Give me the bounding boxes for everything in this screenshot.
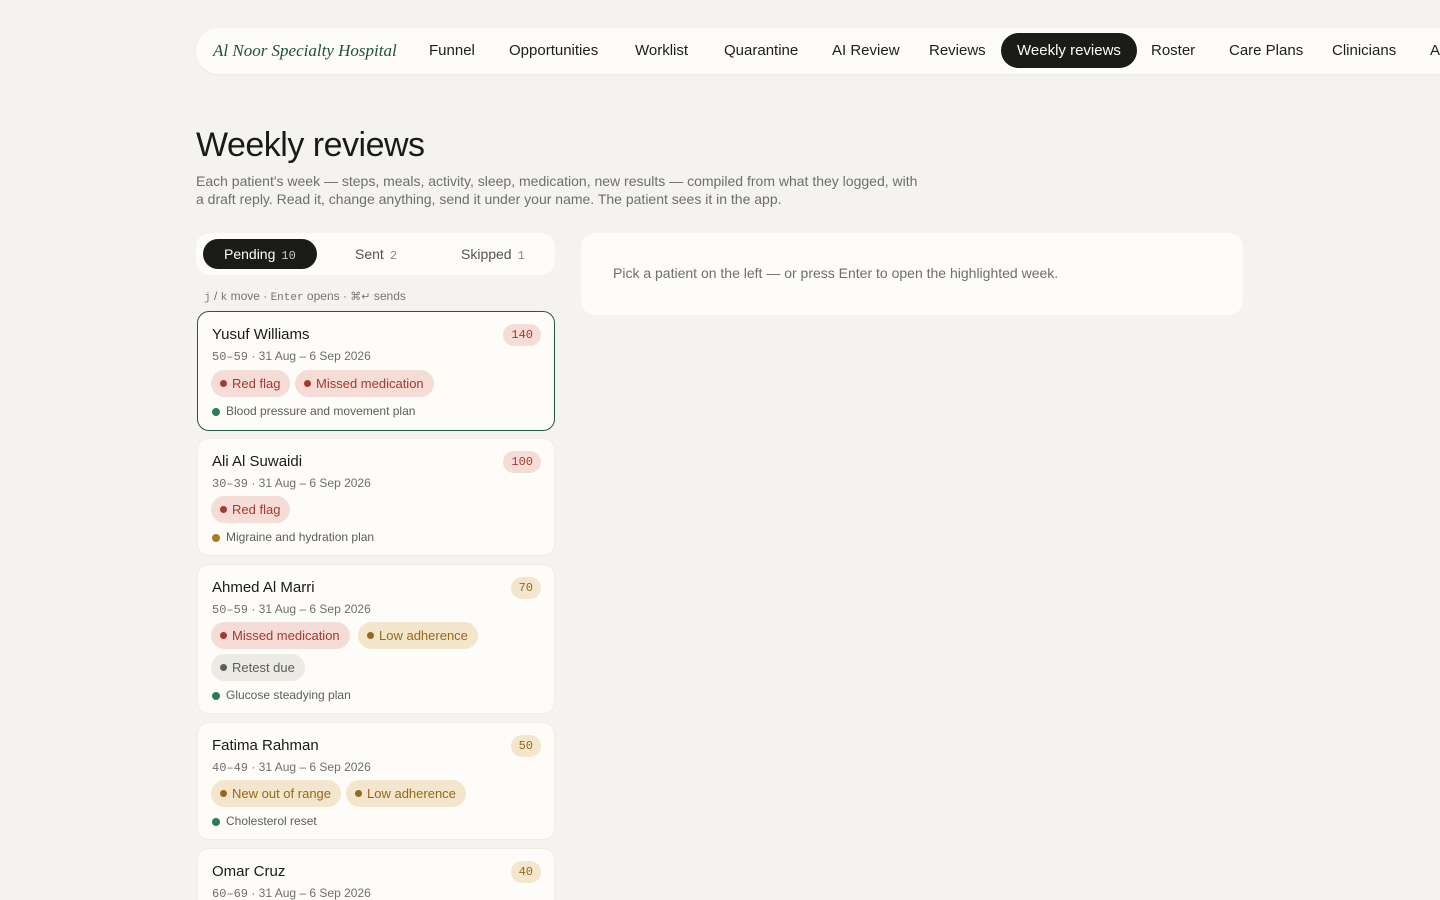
nav-item-roster[interactable]: Roster	[1135, 33, 1211, 68]
flag-chip: New out of range	[211, 780, 342, 807]
week-range: · 31 Aug – 6 Sep 2026	[248, 760, 371, 774]
age-band: 60–69	[212, 887, 249, 900]
page-title: Weekly reviews	[196, 126, 425, 164]
patient-meta: 50–59 · 31 Aug – 6 Sep 2026	[212, 349, 371, 364]
priority-score-badge: 50	[510, 735, 541, 757]
priority-score-badge: 40	[510, 861, 541, 883]
subtitle-line-1: Each patient's week — steps, meals, acti…	[196, 173, 918, 189]
priority-score-badge: 70	[510, 577, 541, 599]
patient-card[interactable]: Yusuf Williams 140 50–59 · 31 Aug – 6 Se…	[197, 311, 555, 431]
hint-text: opens ·	[303, 289, 351, 303]
tab-label: Sent	[355, 246, 384, 262]
patient-card[interactable]: Omar Cruz 40 60–69 · 31 Aug – 6 Sep 2026	[197, 848, 555, 900]
care-plan-label: Cholesterol reset	[226, 814, 317, 828]
subtitle-line-2: a draft reply. Read it, change anything,…	[196, 191, 782, 207]
keyboard-hint: j / k move · Enter opens · ⌘↵ sends	[204, 289, 406, 304]
flag-chip: Low adherence	[346, 780, 466, 807]
week-range: · 31 Aug – 6 Sep 2026	[248, 476, 371, 490]
care-plan: Glucose steadying plan	[212, 688, 351, 702]
patient-meta: 60–69 · 31 Aug – 6 Sep 2026	[212, 886, 371, 900]
page-subtitle: Each patient's week — steps, meals, acti…	[196, 172, 921, 208]
patient-meta: 30–39 · 31 Aug – 6 Sep 2026	[212, 476, 371, 491]
age-band: 30–39	[212, 477, 249, 491]
tab-pending[interactable]: Pending 10	[203, 239, 317, 269]
plan-status-dot	[212, 408, 220, 416]
age-band: 50–59	[212, 350, 249, 364]
patient-name: Ali Al Suwaidi	[212, 453, 303, 470]
review-detail-panel: Pick a patient on the left — or press En…	[581, 233, 1243, 315]
patient-meta: 50–59 · 31 Aug – 6 Sep 2026	[212, 602, 371, 617]
care-plan-label: Blood pressure and movement plan	[226, 404, 416, 418]
patient-meta: 40–49 · 31 Aug – 6 Sep 2026	[212, 760, 371, 775]
week-range: · 31 Aug – 6 Sep 2026	[248, 349, 371, 363]
tab-count: 1	[517, 249, 525, 263]
flag-chip: Retest due	[211, 654, 305, 681]
tab-skipped[interactable]: Skipped 1	[440, 239, 546, 269]
age-band: 50–59	[212, 603, 249, 617]
flag-chip: Red flag	[211, 370, 291, 397]
patient-card[interactable]: Ali Al Suwaidi 100 30–39 · 31 Aug – 6 Se…	[197, 438, 555, 556]
nav-item-weekly-reviews[interactable]: Weekly reviews	[1001, 33, 1137, 68]
care-plan-label: Glucose steadying plan	[226, 688, 351, 702]
plan-status-dot	[212, 534, 220, 542]
patient-name: Yusuf Williams	[212, 326, 310, 343]
week-range: · 31 Aug – 6 Sep 2026	[248, 886, 371, 900]
care-plan: Migraine and hydration plan	[212, 530, 374, 544]
tab-count: 2	[389, 249, 398, 263]
priority-score-badge: 100	[503, 451, 541, 473]
nav-item-overflow[interactable]: A	[1414, 33, 1440, 68]
care-plan: Cholesterol reset	[212, 814, 317, 828]
care-plan-label: Migraine and hydration plan	[226, 530, 375, 544]
nav-item-clinicians[interactable]: Clinicians	[1316, 33, 1412, 68]
key-enter: Enter	[270, 292, 304, 304]
tab-sent[interactable]: Sent 2	[334, 239, 418, 269]
nav-item-funnel[interactable]: Funnel	[413, 33, 491, 68]
hint-sep: /	[210, 289, 221, 303]
flag-chip: Missed medication	[295, 370, 434, 397]
patient-name: Ahmed Al Marri	[212, 579, 315, 596]
empty-state-message: Pick a patient on the left — or press En…	[613, 265, 1059, 281]
tab-count: 10	[281, 249, 296, 263]
hint-text: move ·	[227, 289, 271, 303]
patient-name: Omar Cruz	[212, 863, 286, 880]
key-j: j	[204, 292, 211, 304]
patient-card[interactable]: Ahmed Al Marri 70 50–59 · 31 Aug – 6 Sep…	[197, 564, 555, 714]
key-cmd-enter: ⌘↵	[350, 292, 371, 304]
nav-item-worklist[interactable]: Worklist	[619, 33, 704, 68]
tab-label: Skipped	[461, 246, 512, 262]
nav-item-care-plans[interactable]: Care Plans	[1213, 33, 1319, 68]
flag-chip: Red flag	[211, 496, 291, 523]
nav-item-reviews[interactable]: Reviews	[913, 33, 1002, 68]
plan-status-dot	[212, 818, 220, 826]
age-band: 40–49	[212, 761, 249, 775]
patient-card[interactable]: Fatima Rahman 50 40–49 · 31 Aug – 6 Sep …	[197, 722, 555, 840]
nav-item-quarantine[interactable]: Quarantine	[708, 33, 814, 68]
week-range: · 31 Aug – 6 Sep 2026	[248, 602, 371, 616]
nav-item-opportunities[interactable]: Opportunities	[493, 33, 614, 68]
patient-name: Fatima Rahman	[212, 737, 319, 754]
care-plan: Blood pressure and movement plan	[212, 404, 415, 418]
plan-status-dot	[212, 692, 220, 700]
brand-logo[interactable]: Al Noor Specialty Hospital	[213, 41, 397, 61]
nav-item-ai-review[interactable]: AI Review	[816, 33, 916, 68]
flag-chip: Low adherence	[358, 622, 478, 649]
tab-label: Pending	[224, 246, 276, 262]
top-nav: Al Noor Specialty Hospital Funnel Opport…	[196, 28, 1440, 74]
status-tabs: Pending 10 Sent 2 Skipped 1	[196, 233, 555, 275]
priority-score-badge: 140	[503, 324, 541, 346]
hint-text: sends	[370, 289, 406, 303]
flag-chip: Missed medication	[211, 622, 350, 649]
